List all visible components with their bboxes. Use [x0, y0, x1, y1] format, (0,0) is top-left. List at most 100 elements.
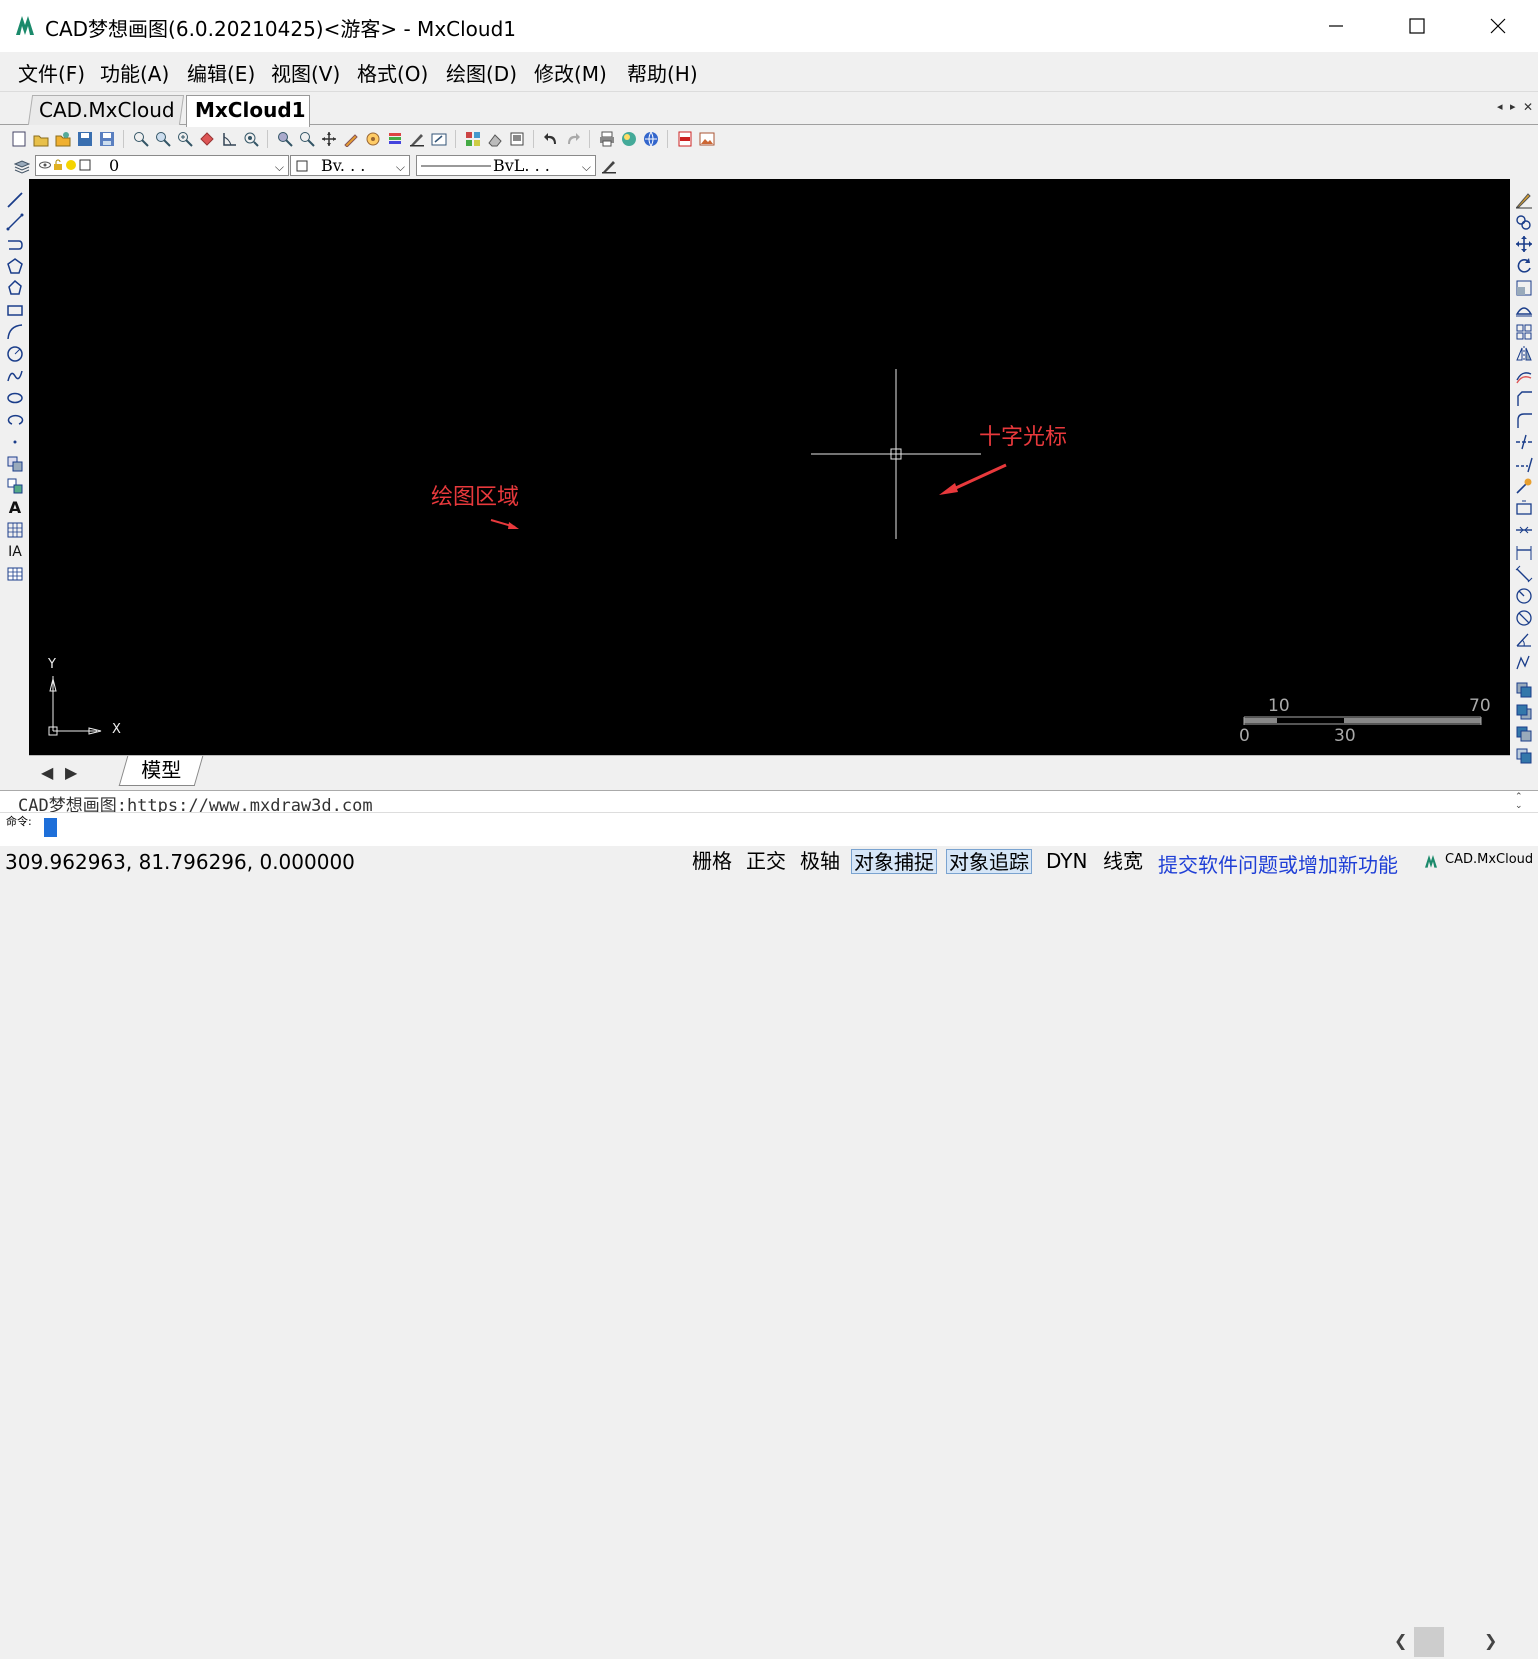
layout-prev-icon[interactable]: ◀ — [41, 763, 53, 782]
save-as-icon[interactable] — [96, 129, 117, 150]
scroll-left-icon[interactable]: ❮ — [1394, 1631, 1407, 1650]
menu-edit[interactable]: 编辑(E) — [187, 58, 255, 87]
spline-icon[interactable] — [5, 366, 25, 386]
save-icon[interactable] — [74, 129, 95, 150]
radius-dimension-icon[interactable] — [1514, 586, 1534, 606]
zoom-in-icon[interactable] — [152, 129, 173, 150]
brush-icon[interactable] — [406, 129, 427, 150]
menu-function[interactable]: 功能(A) — [100, 58, 169, 87]
leader-icon[interactable] — [1514, 652, 1534, 672]
close-button[interactable] — [1476, 8, 1520, 44]
offset-tool-icon[interactable] — [1514, 366, 1534, 386]
open-folder-icon[interactable] — [52, 129, 73, 150]
pdf-export-icon[interactable] — [674, 129, 695, 150]
object-snap-toggle[interactable]: 对象捕捉 — [851, 849, 937, 874]
pan-icon[interactable] — [318, 129, 339, 150]
draw-order-back-icon[interactable] — [1514, 702, 1534, 722]
scale-tool-icon[interactable] — [1514, 278, 1534, 298]
point-icon[interactable] — [5, 432, 25, 452]
drawing-canvas[interactable]: 十字光标 绘图区域 Y X 10 70 0 30 — [29, 179, 1510, 755]
zoom-window-icon[interactable] — [174, 129, 195, 150]
open-file-icon[interactable] — [30, 129, 51, 150]
stretch-tool-icon[interactable] — [1514, 300, 1534, 320]
hatch-icon[interactable] — [5, 520, 25, 540]
erase-icon[interactable] — [484, 129, 505, 150]
image-export-icon[interactable] — [696, 129, 717, 150]
menu-view[interactable]: 视图(V) — [271, 58, 340, 87]
chamfer-tool-icon[interactable] — [1514, 388, 1534, 408]
text-tool-icon[interactable]: A — [5, 498, 25, 518]
zoom-extents-icon[interactable] — [196, 129, 217, 150]
undo-icon[interactable] — [540, 129, 561, 150]
bring-above-icon[interactable] — [1514, 724, 1534, 744]
tab-cad-mxcloud[interactable]: CAD.MxCloud — [27, 95, 185, 125]
object-track-toggle[interactable]: 对象追踪 — [946, 849, 1032, 874]
zoom-realtime-icon[interactable] — [130, 129, 151, 150]
fillet-tool-icon[interactable] — [1514, 410, 1534, 430]
command-line[interactable]: 命令: ❮ ❯ — [0, 812, 1538, 1659]
dyn-toggle[interactable]: DYN — [1044, 849, 1089, 874]
trim-tool-icon[interactable] — [1514, 432, 1534, 452]
tab-mxcloud1[interactable]: MxCloud1 — [186, 95, 310, 127]
maximize-button[interactable] — [1395, 8, 1439, 44]
grid-toggle[interactable]: 栅格 — [690, 849, 734, 874]
new-file-icon[interactable] — [8, 129, 29, 150]
linetype-select[interactable]: BvL. . . ⌵ — [416, 155, 596, 176]
redo-icon[interactable] — [562, 129, 583, 150]
history-scroll-icon[interactable]: ⌃ ⌄ — [1515, 793, 1523, 811]
shape-icon[interactable] — [5, 278, 25, 298]
export-icon[interactable] — [428, 129, 449, 150]
ellipse-arc-icon[interactable] — [5, 410, 25, 430]
menu-help[interactable]: 帮助(H) — [627, 58, 698, 87]
draw-order-front-icon[interactable] — [1514, 680, 1534, 700]
construction-line-icon[interactable] — [5, 212, 25, 232]
render-icon[interactable] — [618, 129, 639, 150]
insert-block-icon[interactable] — [5, 454, 25, 474]
aligned-dimension-icon[interactable] — [1514, 564, 1534, 584]
menu-format[interactable]: 格式(O) — [357, 58, 428, 87]
multiline-text-icon[interactable]: IA — [5, 542, 25, 562]
layer-select[interactable]: 0 ⌵ — [35, 155, 289, 176]
polygon-icon[interactable] — [5, 256, 25, 276]
break-tool-icon[interactable] — [1514, 498, 1534, 518]
polyline-icon[interactable] — [5, 234, 25, 254]
circle-icon[interactable] — [5, 344, 25, 364]
mirror-tool-icon[interactable] — [1514, 344, 1534, 364]
lineweight-toggle[interactable]: 线宽 — [1101, 849, 1145, 874]
tab-model[interactable]: 模型 — [118, 756, 204, 786]
erase-tool-icon[interactable] — [1514, 190, 1534, 210]
polar-toggle[interactable]: 极轴 — [798, 849, 842, 874]
lineweight-icon[interactable] — [598, 155, 619, 176]
layer-manager-icon[interactable] — [384, 129, 405, 150]
rotate-tool-icon[interactable] — [1514, 256, 1534, 276]
extend-tool-icon[interactable] — [1514, 454, 1534, 474]
table-icon[interactable] — [5, 564, 25, 584]
arc-icon[interactable] — [5, 322, 25, 342]
block-edit-icon[interactable] — [462, 129, 483, 150]
menu-file[interactable]: 文件(F) — [18, 58, 85, 87]
tab-scroll-left-icon[interactable]: ◂ — [1497, 100, 1503, 113]
ellipse-icon[interactable] — [5, 388, 25, 408]
measure-angle-icon[interactable] — [218, 129, 239, 150]
array-tool-icon[interactable] — [1514, 322, 1534, 342]
send-under-icon[interactable] — [1514, 746, 1534, 766]
scroll-thumb[interactable] — [1414, 1627, 1444, 1657]
tab-scroll-right-icon[interactable]: ▸ — [1510, 100, 1516, 113]
join-tool-icon[interactable] — [1514, 520, 1534, 540]
zoom-previous-icon[interactable] — [240, 129, 261, 150]
tab-close-icon[interactable]: ✕ — [1523, 100, 1533, 114]
rectangle-icon[interactable] — [5, 300, 25, 320]
minimize-button[interactable] — [1314, 8, 1358, 44]
copy-tool-icon[interactable] — [1514, 212, 1534, 232]
zoom-all-icon[interactable] — [296, 129, 317, 150]
print-preview-icon[interactable] — [506, 129, 527, 150]
diameter-dimension-icon[interactable] — [1514, 608, 1534, 628]
line-tool-icon[interactable] — [5, 190, 25, 210]
move-tool-icon[interactable] — [1514, 234, 1534, 254]
linear-dimension-icon[interactable] — [1514, 542, 1534, 562]
angular-dimension-icon[interactable] — [1514, 630, 1534, 650]
feedback-link[interactable]: 提交软件问题或增加新功能 — [1158, 849, 1398, 878]
menu-modify[interactable]: 修改(M) — [534, 58, 607, 87]
print-icon[interactable] — [596, 129, 617, 150]
menu-draw[interactable]: 绘图(D) — [446, 58, 517, 87]
